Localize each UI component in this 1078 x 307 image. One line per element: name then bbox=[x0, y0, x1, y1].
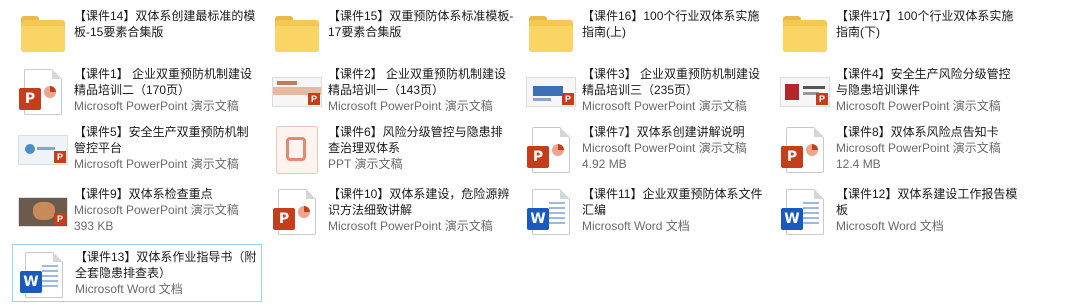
word-icon: W bbox=[19, 249, 69, 301]
file-name: 【课件14】双体系创建最标准的模板-15要素合集版 bbox=[74, 9, 256, 39]
file-item[interactable]: P 【课件10】双体系建设，危险源辨识方法细致讲解 Microsoft Powe… bbox=[266, 182, 516, 242]
file-type: Microsoft PowerPoint 演示文稿 bbox=[582, 141, 747, 155]
file-size: 4.92 MB bbox=[582, 157, 627, 171]
file-type: Microsoft PowerPoint 演示文稿 bbox=[836, 141, 1001, 155]
file-type: Microsoft PowerPoint 演示文稿 bbox=[328, 219, 493, 233]
file-name: 【课件4】安全生产风险分级管控与隐患培训课件 bbox=[836, 67, 1011, 97]
file-name: 【课件9】双体系检查重点 bbox=[74, 187, 213, 201]
folder-item[interactable]: 【课件15】双重预防体系标准模板-17要素合集版 bbox=[266, 4, 516, 64]
file-name: 【课件15】双重预防体系标准模板-17要素合集版 bbox=[328, 9, 514, 39]
file-item[interactable]: W 【课件11】企业双重预防体系文件汇编 Microsoft Word 文档 bbox=[520, 182, 770, 242]
folder-icon bbox=[526, 8, 576, 60]
file-type: Microsoft Word 文档 bbox=[836, 219, 944, 233]
file-item[interactable]: P 【课件9】双体系检查重点 Microsoft PowerPoint 演示文稿… bbox=[12, 182, 262, 242]
file-name: 【课件2】 企业双重预防机制建设精品培训一（143页） bbox=[328, 67, 507, 97]
folder-icon bbox=[18, 8, 68, 60]
powerpoint-icon: P bbox=[526, 124, 576, 176]
file-type: PPT 演示文稿 bbox=[328, 157, 403, 171]
file-item[interactable]: P 【课件5】安全生产双重预防机制管控平台 Microsoft PowerPoi… bbox=[12, 120, 262, 180]
slide-thumbnail-icon: P bbox=[272, 66, 322, 118]
file-type: Microsoft PowerPoint 演示文稿 bbox=[74, 157, 239, 171]
slide-thumbnail-icon: P bbox=[780, 66, 830, 118]
file-type: Microsoft Word 文档 bbox=[582, 219, 690, 233]
file-item-selected[interactable]: W 【课件13】双体系作业指导书（附全套隐患排查表） Microsoft Wor… bbox=[12, 244, 262, 302]
file-item[interactable]: P 【课件2】 企业双重预防机制建设精品培训一（143页） Microsoft … bbox=[266, 62, 516, 122]
folder-icon bbox=[272, 8, 322, 60]
file-name: 【课件7】双体系创建讲解说明 bbox=[582, 125, 745, 139]
file-name: 【课件17】100个行业双体系实施指南(下) bbox=[836, 9, 1014, 39]
file-type: Microsoft PowerPoint 演示文稿 bbox=[74, 99, 239, 113]
ppt-generic-icon bbox=[272, 124, 322, 176]
file-name: 【课件1】 企业双重预防机制建设精品培训二（170页） bbox=[74, 67, 253, 97]
file-name: 【课件5】安全生产双重预防机制管控平台 bbox=[74, 125, 249, 155]
file-name: 【课件13】双体系作业指导书（附全套隐患排查表） bbox=[75, 250, 257, 280]
folder-item[interactable]: 【课件16】100个行业双体系实施指南(上) bbox=[520, 4, 770, 64]
file-name: 【课件16】100个行业双体系实施指南(上) bbox=[582, 9, 760, 39]
file-name: 【课件11】企业双重预防体系文件汇编 bbox=[582, 187, 763, 217]
file-name: 【课件8】双体系风险点告知卡 bbox=[836, 125, 999, 139]
file-name: 【课件10】双体系建设，危险源辨识方法细致讲解 bbox=[328, 187, 510, 217]
file-size: 12.4 MB bbox=[836, 157, 881, 171]
file-type: Microsoft PowerPoint 演示文稿 bbox=[328, 99, 493, 113]
word-icon: W bbox=[526, 186, 576, 238]
folder-item[interactable]: 【课件14】双体系创建最标准的模板-15要素合集版 bbox=[12, 4, 262, 64]
word-icon: W bbox=[780, 186, 830, 238]
file-type: Microsoft PowerPoint 演示文稿 bbox=[74, 203, 239, 217]
file-item[interactable]: P 【课件3】 企业双重预防机制建设精品培训三（235页） Microsoft … bbox=[520, 62, 770, 122]
file-item[interactable]: P 【课件1】 企业双重预防机制建设精品培训二（170页） Microsoft … bbox=[12, 62, 262, 122]
file-type: Microsoft Word 文档 bbox=[75, 282, 183, 296]
file-item[interactable]: W 【课件12】双体系建设工作报告模板 Microsoft Word 文档 bbox=[774, 182, 1024, 242]
file-grid: 【课件14】双体系创建最标准的模板-15要素合集版 【课件15】双重预防体系标准… bbox=[0, 0, 1078, 307]
file-name: 【课件12】双体系建设工作报告模板 bbox=[836, 187, 1018, 217]
powerpoint-icon: P bbox=[18, 66, 68, 118]
file-size: 393 KB bbox=[74, 219, 114, 233]
file-item[interactable]: P 【课件4】安全生产风险分级管控与隐患培训课件 Microsoft Power… bbox=[774, 62, 1024, 122]
slide-thumbnail-icon: P bbox=[18, 124, 68, 176]
powerpoint-icon: P bbox=[272, 186, 322, 238]
folder-item[interactable]: 【课件17】100个行业双体系实施指南(下) bbox=[774, 4, 1024, 64]
file-type: Microsoft PowerPoint 演示文稿 bbox=[582, 99, 747, 113]
file-item[interactable]: P 【课件7】双体系创建讲解说明 Microsoft PowerPoint 演示… bbox=[520, 120, 770, 180]
slide-thumbnail-icon: P bbox=[18, 186, 68, 238]
powerpoint-icon: P bbox=[780, 124, 830, 176]
file-item[interactable]: P 【课件8】双体系风险点告知卡 Microsoft PowerPoint 演示… bbox=[774, 120, 1024, 180]
file-name: 【课件6】风险分级管控与隐患排查治理双体系 bbox=[328, 125, 503, 155]
file-name: 【课件3】 企业双重预防机制建设精品培训三（235页） bbox=[582, 67, 761, 97]
file-type: Microsoft PowerPoint 演示文稿 bbox=[836, 99, 1001, 113]
file-item[interactable]: 【课件6】风险分级管控与隐患排查治理双体系 PPT 演示文稿 bbox=[266, 120, 516, 180]
slide-thumbnail-icon: P bbox=[526, 66, 576, 118]
folder-icon bbox=[780, 8, 830, 60]
